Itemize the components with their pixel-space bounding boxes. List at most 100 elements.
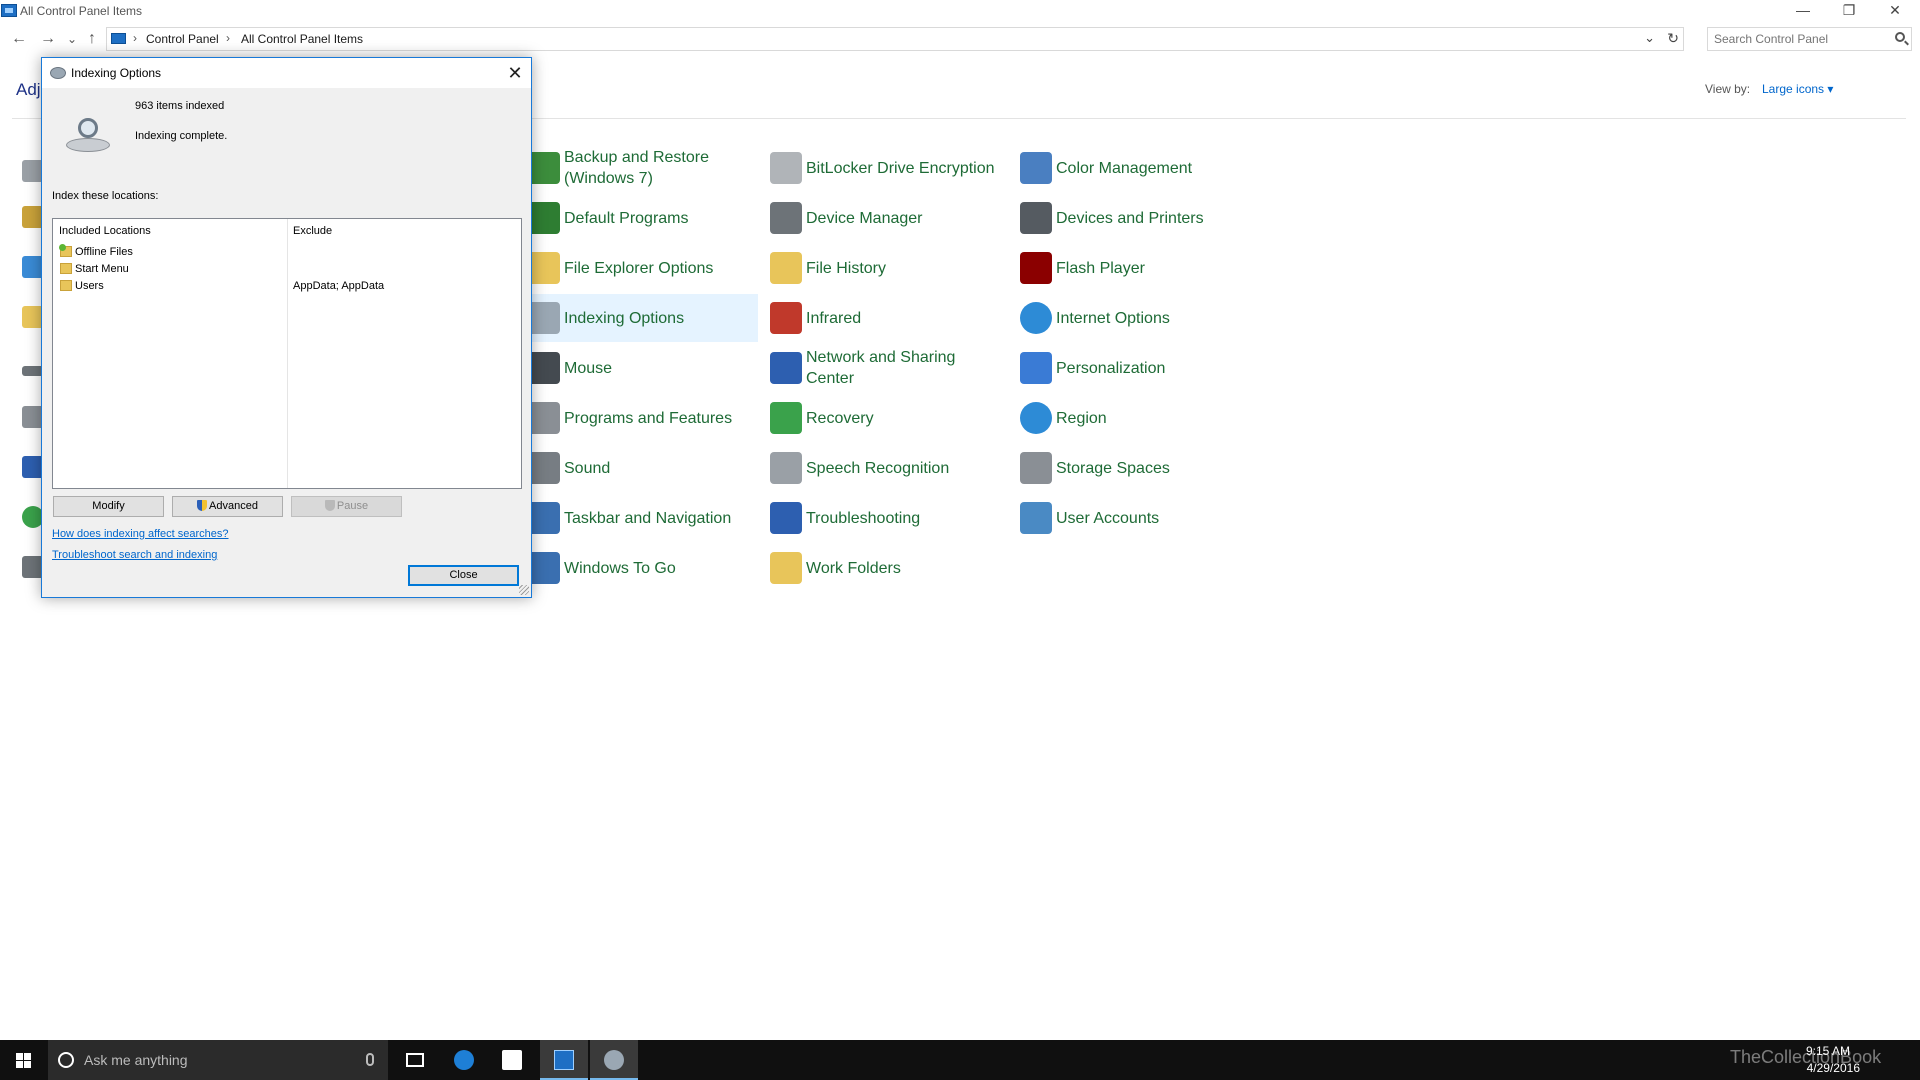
- close-button[interactable]: Close: [408, 565, 519, 586]
- up-button[interactable]: ↑: [81, 28, 103, 50]
- address-row: ← → ⌄ ↑ › Control Panel › All Control Pa…: [0, 26, 1920, 52]
- refresh-icon[interactable]: ↻: [1667, 30, 1679, 47]
- region-clock-icon: [1020, 402, 1052, 434]
- network-icon: [770, 352, 802, 384]
- cp-item-region[interactable]: Region: [1018, 394, 1258, 442]
- windows-to-go-icon: [528, 552, 560, 584]
- minimize-button[interactable]: —: [1780, 0, 1826, 22]
- cp-item-infrared[interactable]: Infrared: [768, 294, 1008, 342]
- resize-grip[interactable]: [519, 585, 529, 595]
- dialog-titlebar[interactable]: Indexing Options ✕: [42, 58, 531, 88]
- troubleshoot-link[interactable]: Troubleshoot search and indexing: [52, 549, 217, 561]
- start-button[interactable]: [0, 1040, 46, 1080]
- cp-item-work-folders[interactable]: Work Folders: [768, 544, 1008, 592]
- infrared-icon: [770, 302, 802, 334]
- cp-item-storage-spaces[interactable]: Storage Spaces: [1018, 444, 1258, 492]
- storage-icon: [1020, 452, 1052, 484]
- store-taskbar-button[interactable]: [488, 1040, 536, 1080]
- cp-item-sound[interactable]: Sound: [526, 444, 766, 492]
- cp-item-personalization[interactable]: Personalization: [1018, 344, 1258, 392]
- column-header-exclude[interactable]: Exclude: [293, 225, 332, 237]
- breadcrumb-separator[interactable]: ›: [226, 31, 230, 45]
- programs-icon: [528, 402, 560, 434]
- mouse-icon: [528, 352, 560, 384]
- cp-item-indexing-options[interactable]: Indexing Options: [526, 294, 758, 342]
- close-window-button[interactable]: ✕: [1872, 0, 1918, 22]
- indexing-icon: [50, 67, 66, 79]
- store-icon: [502, 1050, 522, 1070]
- cp-item-device-manager[interactable]: Device Manager: [768, 194, 1008, 242]
- control-panel-icon: [1, 4, 17, 17]
- recovery-icon: [770, 402, 802, 434]
- cp-item-internet-options[interactable]: Internet Options: [1018, 294, 1258, 342]
- search-box[interactable]: [1707, 27, 1912, 51]
- cp-item-default-programs[interactable]: Default Programs: [526, 194, 766, 242]
- globe-icon: [1020, 302, 1052, 334]
- page-heading: Adj: [16, 80, 41, 99]
- control-panel-icon: [111, 33, 126, 44]
- cp-item-user-accounts[interactable]: User Accounts: [1018, 494, 1258, 542]
- edge-taskbar-button[interactable]: [440, 1040, 488, 1080]
- control-panel-taskbar-button[interactable]: [540, 1040, 588, 1080]
- indexing-help-link[interactable]: How does indexing affect searches?: [52, 528, 229, 540]
- control-panel-icon: [554, 1050, 574, 1070]
- cp-item-devices-printers[interactable]: Devices and Printers: [1018, 194, 1258, 242]
- address-dropdown-icon[interactable]: ⌄: [1644, 30, 1655, 46]
- work-folders-icon: [770, 552, 802, 584]
- cp-item-taskbar-navigation[interactable]: Taskbar and Navigation: [526, 494, 766, 542]
- indexing-taskbar-button[interactable]: [590, 1040, 638, 1080]
- cp-item-network-sharing[interactable]: Network and Sharing Center: [768, 344, 1008, 392]
- users-icon: [1020, 502, 1052, 534]
- cp-item-mouse[interactable]: Mouse: [526, 344, 766, 392]
- cp-item-backup-restore[interactable]: Backup and Restore (Windows 7): [526, 144, 766, 192]
- folder-icon: [60, 263, 72, 274]
- search-icon[interactable]: [1895, 32, 1905, 42]
- breadcrumb-control-panel[interactable]: Control Panel: [146, 32, 219, 46]
- taskbar-icon: [528, 502, 560, 534]
- list-item[interactable]: Start Menu: [53, 262, 521, 278]
- restore-button[interactable]: ❐: [1826, 0, 1872, 22]
- back-button[interactable]: ←: [8, 28, 30, 50]
- cp-item-windows-to-go[interactable]: Windows To Go: [526, 544, 766, 592]
- flash-icon: [1020, 252, 1052, 284]
- view-by-label: View by:: [1705, 82, 1751, 96]
- cp-item-speech-recognition[interactable]: Speech Recognition: [768, 444, 1008, 492]
- cp-item-flash-player[interactable]: Flash Player: [1018, 244, 1258, 292]
- task-view-button[interactable]: [392, 1040, 440, 1080]
- cp-item-file-explorer-options[interactable]: File Explorer Options: [526, 244, 766, 292]
- windows-logo-icon: [16, 1053, 31, 1068]
- list-item[interactable]: Users AppData; AppData: [53, 279, 521, 295]
- address-bar[interactable]: › Control Panel › All Control Panel Item…: [106, 27, 1684, 51]
- list-item[interactable]: Offline Files: [53, 244, 521, 261]
- cp-item-programs-features[interactable]: Programs and Features: [526, 394, 766, 442]
- recent-locations-button[interactable]: ⌄: [61, 28, 83, 50]
- cp-item-file-history[interactable]: File History: [768, 244, 1008, 292]
- breadcrumb-separator[interactable]: ›: [133, 31, 137, 45]
- column-header-included[interactable]: Included Locations: [59, 225, 151, 237]
- items-indexed-count: 963 items indexed: [135, 100, 225, 112]
- bitlocker-icon: [770, 152, 802, 184]
- breadcrumb-all-items[interactable]: All Control Panel Items: [241, 32, 363, 46]
- modify-button[interactable]: Modify: [53, 496, 164, 517]
- cp-item-troubleshooting[interactable]: Troubleshooting: [768, 494, 1008, 542]
- dialog-close-button[interactable]: ✕: [503, 61, 527, 85]
- cp-item-color-management[interactable]: Color Management: [1018, 144, 1258, 192]
- microphone-icon[interactable]: [366, 1053, 374, 1066]
- indexing-icon: [604, 1050, 624, 1070]
- device-manager-icon: [770, 202, 802, 234]
- locations-list[interactable]: Included Locations Exclude Offline Files…: [52, 218, 522, 489]
- pause-button: Pause: [291, 496, 402, 517]
- forward-button[interactable]: →: [37, 28, 59, 50]
- indexing-status: Indexing complete.: [135, 130, 228, 142]
- cp-item-bitlocker[interactable]: BitLocker Drive Encryption: [768, 144, 1008, 192]
- troubleshooting-icon: [770, 502, 802, 534]
- taskbar: Ask me anything 9:15 AM 4/29/2016: [0, 1040, 1920, 1080]
- cortana-search-box[interactable]: Ask me anything: [48, 1040, 388, 1080]
- advanced-button[interactable]: Advanced: [172, 496, 283, 517]
- indexing-options-dialog: Indexing Options ✕ 963 items indexed Ind…: [41, 57, 532, 598]
- search-input[interactable]: [1714, 31, 1884, 47]
- indexing-icon: [528, 302, 560, 334]
- view-by-dropdown[interactable]: Large icons ▾: [1762, 82, 1833, 96]
- cp-item-recovery[interactable]: Recovery: [768, 394, 1008, 442]
- microphone-icon: [770, 452, 802, 484]
